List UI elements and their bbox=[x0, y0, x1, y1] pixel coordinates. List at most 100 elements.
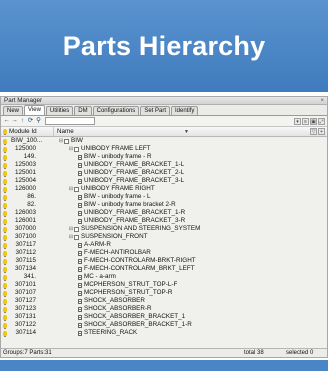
lightbulb-icon[interactable] bbox=[3, 330, 7, 337]
table-row[interactable]: 126000 ⊟ UNIBODY FRAME RIGHT bbox=[1, 185, 327, 193]
table-row[interactable]: 125001 UNIBODY_FRAME_BRACKET_2-L bbox=[1, 169, 327, 177]
lightbulb-icon[interactable] bbox=[3, 170, 7, 177]
table-header: Module Id Name ▼ ▽ + bbox=[1, 126, 327, 137]
lightbulb-icon[interactable] bbox=[3, 274, 7, 281]
up-icon[interactable]: ↑ bbox=[19, 117, 26, 125]
lightbulb-icon[interactable] bbox=[3, 218, 7, 225]
part-name: A-ARM-R bbox=[84, 241, 111, 248]
refresh-icon[interactable]: ⟳ bbox=[27, 117, 34, 125]
table-row[interactable]: 82. BIW - unibody frame bracket 2-R bbox=[1, 201, 327, 209]
table-row[interactable]: 307122 SHOCK_ABSORBER_BRACKET_1-R bbox=[1, 321, 327, 329]
module-id-header[interactable]: Module Id bbox=[1, 126, 54, 137]
lightbulb-icon[interactable] bbox=[3, 202, 7, 209]
table-row[interactable]: 307131 SHOCK_ABSORBER_BRACKET_1 bbox=[1, 313, 327, 321]
table-row[interactable]: 307134 F-MECH-CONTROLARM_BRKT_LEFT bbox=[1, 265, 327, 273]
module-id-value: 307127 bbox=[14, 297, 36, 304]
lightbulb-icon[interactable] bbox=[3, 298, 7, 305]
document-icon bbox=[78, 162, 82, 168]
tab-identify[interactable]: Identify bbox=[171, 106, 199, 115]
lightbulb-icon[interactable] bbox=[3, 162, 7, 169]
table-row[interactable]: 307112 F-MECH-ANTIROLBAR bbox=[1, 249, 327, 257]
banner: Parts Hierarchy bbox=[0, 0, 328, 92]
back-icon[interactable]: ← bbox=[3, 117, 10, 125]
module-id-value: 126001 bbox=[14, 217, 36, 224]
table-row[interactable]: 125004 UNIBODY_FRAME_BRACKET_3-L bbox=[1, 177, 327, 185]
module-id-label: Module Id bbox=[9, 128, 37, 135]
lightbulb-icon[interactable] bbox=[3, 290, 7, 297]
tab-set-part[interactable]: Set Part bbox=[140, 106, 170, 115]
module-id-cell: 86. bbox=[1, 193, 54, 201]
column-filter-icon[interactable]: ▽ bbox=[310, 128, 317, 135]
table-row[interactable]: 307107 MCPHERSON_STRUT_TOP-R bbox=[1, 289, 327, 297]
module-id-cell: 307127 bbox=[1, 297, 54, 305]
table-row[interactable]: 341. MC - a-arm bbox=[1, 273, 327, 281]
name-cell: A-ARM-R bbox=[54, 241, 111, 249]
lightbulb-icon[interactable] bbox=[3, 282, 7, 289]
module-id-cell: 307112 bbox=[1, 249, 54, 257]
lightbulb-icon bbox=[3, 129, 7, 135]
module-id-value: 307123 bbox=[14, 305, 36, 312]
part-name: UNIBODY FRAME RIGHT bbox=[81, 185, 155, 192]
name-cell: ⊟ UNIBODY FRAME RIGHT bbox=[54, 185, 155, 193]
lightbulb-icon[interactable] bbox=[3, 178, 7, 185]
header-right-controls: ▽ + bbox=[309, 128, 325, 135]
lightbulb-icon[interactable] bbox=[3, 250, 7, 257]
name-cell: SHOCK_ABSORBER bbox=[54, 297, 145, 305]
tab-utilities[interactable]: Utilities bbox=[45, 106, 74, 115]
column-add-icon[interactable]: + bbox=[318, 128, 325, 135]
lightbulb-icon[interactable] bbox=[3, 194, 7, 201]
document-icon bbox=[78, 258, 82, 264]
folder-icon bbox=[64, 138, 69, 144]
tab-configurations[interactable]: Configurations bbox=[92, 106, 140, 115]
table-row[interactable]: 126001 UNIBODY_FRAME_BRACKET_3-R bbox=[1, 217, 327, 225]
forward-icon[interactable]: → bbox=[11, 117, 18, 125]
tab-view[interactable]: View bbox=[24, 105, 45, 115]
module-id-cell: 307101 bbox=[1, 281, 54, 289]
module-id-cell: 125004 bbox=[1, 177, 54, 185]
lightbulb-icon[interactable] bbox=[3, 322, 7, 329]
table-row[interactable]: 307101 MCPHERSON_STRUT_TOP-L-F bbox=[1, 281, 327, 289]
sort-arrow-icon[interactable]: ▼ bbox=[184, 127, 189, 137]
lightbulb-icon[interactable] bbox=[3, 186, 7, 193]
lightbulb-icon[interactable] bbox=[3, 242, 7, 249]
table-row[interactable]: 307123 SHOCK_ABSORBER-R bbox=[1, 305, 327, 313]
part-name: SHOCK_ABSORBER_BRACKET_1 bbox=[84, 313, 186, 320]
lightbulb-icon[interactable] bbox=[3, 266, 7, 273]
table-row[interactable]: 125000 ⊟ UNIBODY FRAME LEFT bbox=[1, 145, 327, 153]
lightbulb-icon[interactable] bbox=[3, 306, 7, 313]
lightbulb-icon[interactable] bbox=[3, 258, 7, 265]
search-input[interactable] bbox=[45, 117, 95, 125]
dropdown-icon[interactable]: ▾ bbox=[294, 118, 301, 125]
lightbulb-icon[interactable] bbox=[3, 226, 7, 233]
lightbulb-icon[interactable] bbox=[3, 138, 7, 145]
table-row[interactable]: 307115 F-MECH-CONTROLARM-BRKT-RIGHT bbox=[1, 257, 327, 265]
close-icon[interactable]: × bbox=[320, 97, 324, 105]
lightbulb-icon[interactable] bbox=[3, 154, 7, 161]
table-row[interactable]: 307000 ⊟ SUSPENSION AND STEERING_SYSTEM bbox=[1, 225, 327, 233]
table-row[interactable]: 307117 A-ARM-R bbox=[1, 241, 327, 249]
table-row[interactable]: 307127 SHOCK_ABSORBER bbox=[1, 297, 327, 305]
table-row[interactable]: 149. BIW - unibody frame - R bbox=[1, 153, 327, 161]
part-name: UNIBODY_FRAME_BRACKET_1-R bbox=[84, 209, 186, 216]
module-id-value: 126000 bbox=[14, 185, 36, 192]
table-row[interactable]: BIW_100... ⊟ BIW bbox=[1, 137, 327, 145]
filter-icon[interactable]: ≡ bbox=[302, 118, 309, 125]
document-icon bbox=[78, 218, 82, 224]
part-name: BIW - unibody frame - R bbox=[84, 153, 152, 160]
module-id-cell: 307000 bbox=[1, 225, 54, 233]
lightbulb-icon[interactable] bbox=[3, 146, 7, 153]
tab-dm[interactable]: DM bbox=[74, 106, 92, 115]
lightbulb-icon[interactable] bbox=[3, 314, 7, 321]
expand-icon[interactable]: ⤢ bbox=[318, 118, 325, 125]
table-row[interactable]: 86. BIW - unibody frame - L bbox=[1, 193, 327, 201]
lightbulb-icon[interactable] bbox=[3, 210, 7, 217]
tab-new[interactable]: New bbox=[3, 106, 24, 115]
options-icon[interactable]: ▣ bbox=[310, 118, 317, 125]
table-row[interactable]: 307100 ⊟ SUSPENSION_FRONT bbox=[1, 233, 327, 241]
table-row[interactable]: 125003 UNIBODY_FRAME_BRACKET_1-L bbox=[1, 161, 327, 169]
table-row[interactable]: 307114 STEERING_RACK bbox=[1, 329, 327, 337]
table-row[interactable]: 126003 UNIBODY_FRAME_BRACKET_1-R bbox=[1, 209, 327, 217]
lightbulb-icon[interactable] bbox=[3, 234, 7, 241]
name-header[interactable]: Name ▼ bbox=[54, 127, 327, 137]
status-selected: selected 0 bbox=[286, 350, 314, 356]
